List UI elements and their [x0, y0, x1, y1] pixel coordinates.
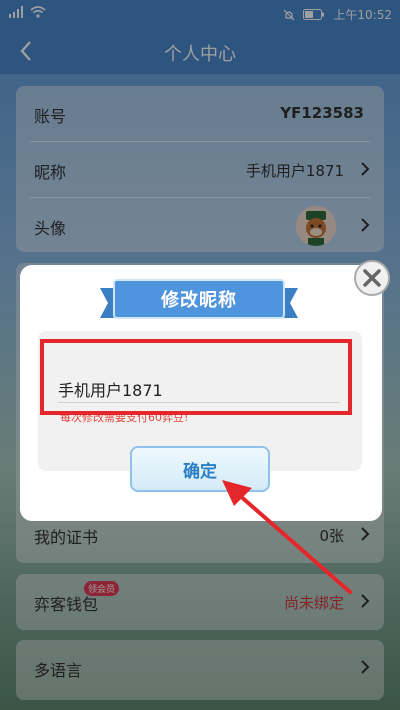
highlight-box: [40, 339, 352, 415]
close-button[interactable]: [354, 260, 390, 296]
annotation-arrow-icon: [222, 480, 352, 594]
close-icon: [363, 269, 381, 287]
dialog-title: 修改昵称: [161, 290, 237, 311]
